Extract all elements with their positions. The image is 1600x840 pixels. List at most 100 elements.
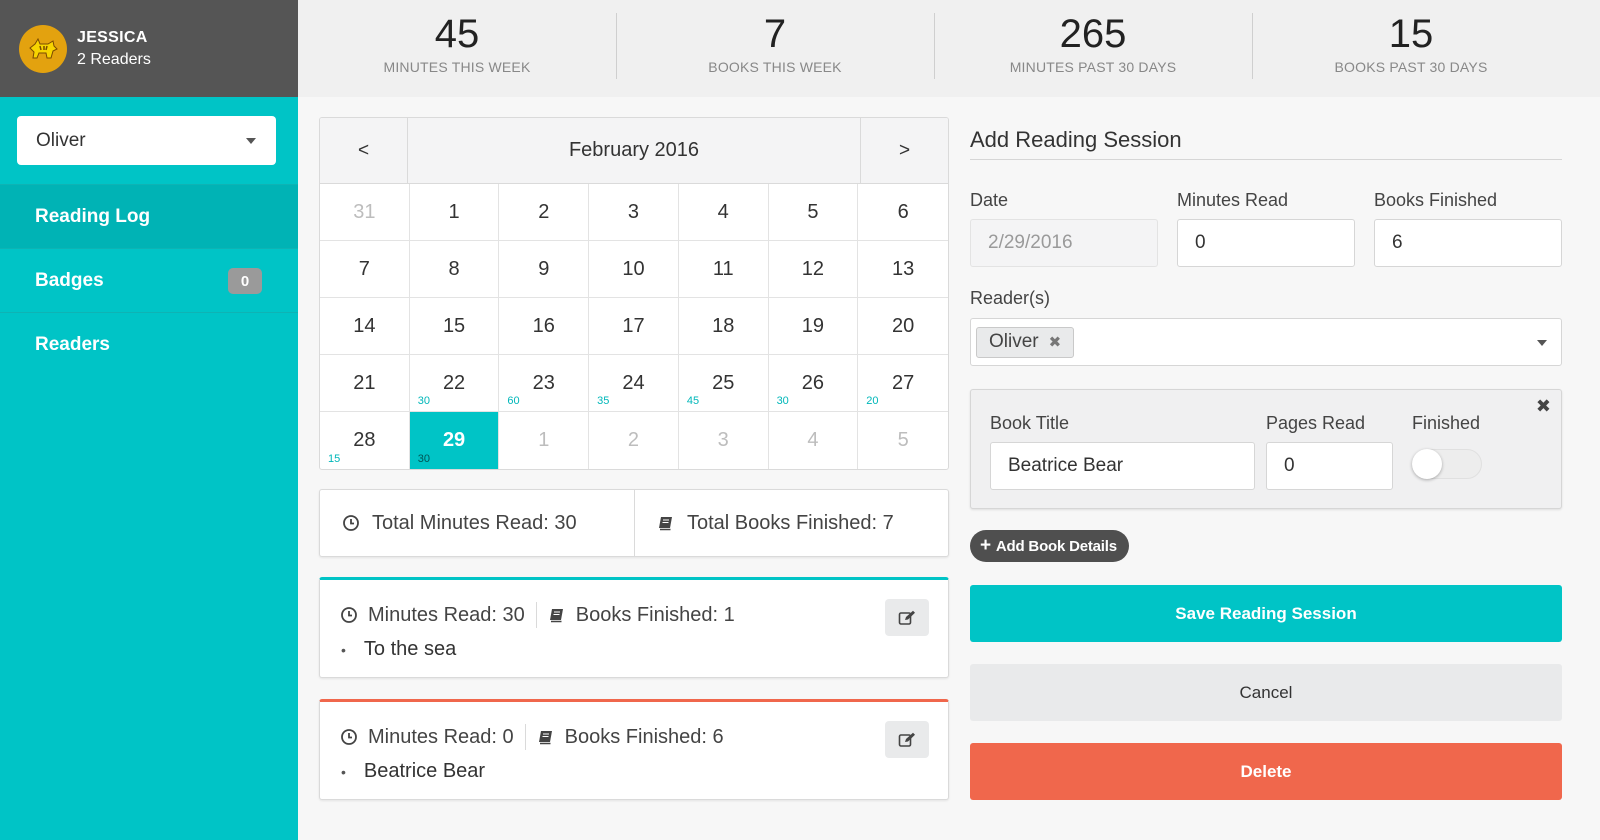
calendar-day-number: 22 [442, 371, 466, 394]
stat-books-30-days: 15 BOOKS PAST 30 DAYS [1252, 0, 1570, 97]
book-title-field[interactable]: Beatrice Bear [990, 442, 1255, 490]
minutes-read-field[interactable]: 0 [1177, 219, 1355, 267]
calendar-day[interactable]: 27 20 [858, 355, 948, 412]
calendar-day-selected[interactable]: 29 30 [409, 412, 500, 469]
calendar-day-minutes: 20 [866, 395, 879, 407]
calendar-day[interactable]: 24 35 [589, 355, 679, 412]
calendar-day-number: 3 [717, 429, 729, 451]
add-book-details-label: Add Book Details [995, 537, 1117, 555]
calendar-day[interactable]: 21 [320, 355, 410, 412]
calendar-day[interactable]: 8 [409, 241, 500, 298]
calendar-day-number: 2 [627, 429, 640, 451]
edit-icon [898, 610, 915, 625]
profile-name: JESSICA [77, 28, 148, 46]
session-books: Books Finished: 1 [575, 603, 735, 626]
sidebar-nav: Reading Log Badges 0 Readers [0, 184, 298, 376]
finished-toggle[interactable] [1412, 449, 1482, 479]
calendar-day[interactable]: 14 [320, 298, 410, 355]
close-icon[interactable]: ✖ [1536, 396, 1551, 417]
session-book-item: • To the sea [341, 638, 456, 661]
calendar-day[interactable]: 12 [768, 241, 859, 298]
calendar-day-number: 25 [712, 371, 735, 394]
session-minutes: Minutes Read: 30 [368, 603, 525, 626]
calendar-day-number: 27 [892, 371, 915, 394]
toggle-knob [1412, 449, 1442, 479]
calendar-day[interactable]: 31 [320, 184, 410, 241]
calendar-day[interactable]: 2 [499, 184, 590, 241]
calendar-day[interactable]: 1 [409, 184, 500, 241]
calendar-day[interactable]: 23 60 [499, 355, 590, 412]
chevron-down-icon [246, 138, 256, 144]
calendar-day[interactable]: 28 15 [320, 412, 410, 469]
calendar-day-number: 2 [538, 200, 550, 223]
readers-multiselect[interactable]: Oliver ✖ [970, 318, 1562, 366]
profile-readers-count: 2 Readers [77, 50, 151, 68]
books-finished-field[interactable]: 6 [1374, 219, 1562, 267]
calendar-day[interactable]: 6 [858, 184, 948, 241]
calendar-day[interactable]: 3 [589, 184, 679, 241]
sidebar-item-badges[interactable]: Badges 0 [0, 248, 298, 312]
calendar-day[interactable]: 11 [678, 241, 769, 298]
calendar-day[interactable]: 5 [768, 184, 859, 241]
calendar-day[interactable]: 15 [409, 298, 500, 355]
calendar-day[interactable]: 4 [678, 184, 769, 241]
reader-select[interactable]: Oliver [17, 116, 276, 165]
cancel-button[interactable]: Cancel [970, 664, 1562, 721]
next-month-button[interactable]: > [860, 118, 948, 183]
calendar-day[interactable]: 9 [499, 241, 590, 298]
calendar-day-minutes: 30 [417, 453, 430, 465]
calendar-day-number: 19 [801, 314, 825, 337]
stat-label: BOOKS PAST 30 DAYS [1334, 59, 1488, 75]
calendar-day[interactable]: 18 [678, 298, 769, 355]
edit-session-button[interactable] [885, 599, 929, 636]
calendar-day-minutes: 35 [597, 395, 610, 407]
minutes-read-label: Minutes Read [1177, 190, 1289, 210]
stat-label: MINUTES THIS WEEK [383, 59, 531, 75]
close-icon[interactable]: ✖ [1049, 333, 1062, 351]
calendar-day[interactable]: 2 [589, 412, 679, 469]
calendar-day[interactable]: 4 [769, 412, 859, 469]
sidebar: JESSICA 2 Readers Oliver Reading Log Bad… [0, 0, 298, 840]
calendar-header: < February 2016 > [320, 118, 948, 184]
calendar-month-title: February 2016 [568, 139, 700, 161]
calendar-day[interactable]: 13 [858, 241, 948, 298]
calendar-day[interactable]: 10 [589, 241, 679, 298]
reader-chip: Oliver ✖ [976, 326, 1075, 358]
calendar-day-minutes: 15 [328, 453, 341, 465]
pages-read-field[interactable]: 0 [1266, 442, 1393, 490]
calendar-day[interactable]: 20 [858, 298, 948, 355]
calendar-day[interactable]: 19 [768, 298, 859, 355]
prev-month-button[interactable]: < [320, 118, 408, 183]
calendar-day[interactable]: 3 [679, 412, 769, 469]
clock-icon [341, 729, 357, 745]
session-book-title: To the sea [363, 638, 457, 660]
calendar-day[interactable]: 7 [320, 241, 410, 298]
calendar-day[interactable]: 26 30 [768, 355, 859, 412]
calendar-day[interactable]: 5 [858, 412, 948, 469]
reading-session-card: Minutes Read: 0 Books Finished: 6 • Beat… [319, 699, 949, 800]
session-book-title: Beatrice Bear [363, 760, 486, 782]
calendar-day[interactable]: 17 [589, 298, 679, 355]
delete-button[interactable]: Delete [970, 743, 1562, 800]
date-field[interactable]: 2/29/2016 [970, 219, 1158, 267]
calendar-day[interactable]: 22 30 [409, 355, 500, 412]
calendar-day[interactable]: 16 [499, 298, 590, 355]
total-minutes: Total Minutes Read: 30 [320, 490, 634, 556]
book-details-panel: ✖ Book Title Beatrice Bear Pages Read 0 … [970, 389, 1562, 509]
sidebar-item-label: Reading Log [35, 205, 151, 227]
calendar-day-number: 24 [622, 371, 645, 394]
sidebar-item-reading-log[interactable]: Reading Log [0, 184, 298, 248]
save-reading-session-button[interactable]: Save Reading Session [970, 585, 1562, 642]
stat-value: 7 [763, 12, 787, 56]
tiger-icon[interactable] [19, 24, 67, 73]
sidebar-item-readers[interactable]: Readers [0, 312, 298, 376]
edit-session-button[interactable] [885, 721, 929, 758]
calendar-day-number: 18 [712, 314, 735, 337]
stat-minutes-30-days: 265 MINUTES PAST 30 DAYS [934, 0, 1252, 97]
calendar-day[interactable]: 1 [499, 412, 590, 469]
calendar-day[interactable]: 25 45 [678, 355, 769, 412]
add-book-details-button[interactable]: + Add Book Details [970, 530, 1129, 562]
sidebar-item-label: Readers [35, 333, 110, 355]
stat-value: 265 [1059, 12, 1127, 56]
badges-count-badge: 0 [228, 268, 262, 294]
